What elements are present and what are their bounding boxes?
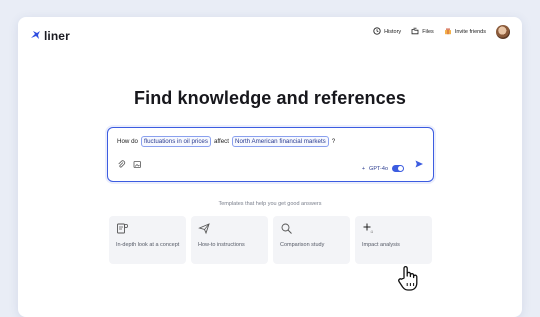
template-card-how-to[interactable]: How-to instructions	[191, 216, 268, 264]
history-button[interactable]: History	[373, 27, 401, 37]
send-icon[interactable]	[414, 156, 424, 174]
topic-chip-oil-prices[interactable]: fluctuations in oil prices	[140, 136, 211, 147]
query-prefix: How do	[117, 138, 138, 145]
query-suffix: ?	[331, 138, 336, 145]
logo-text: liner	[44, 29, 70, 43]
bird-logo-icon	[30, 27, 41, 45]
page-title: Find knowledge and references	[134, 88, 406, 108]
folder-icon	[411, 27, 419, 37]
template-label: How-to instructions	[198, 242, 245, 248]
template-cards: In-depth look at a concept How-to instru…	[109, 216, 432, 264]
query-mid: affect	[213, 138, 229, 145]
question-input[interactable]: How do fluctuations in oil prices affect…	[107, 127, 434, 182]
template-label: Comparison study	[280, 242, 325, 248]
input-tools	[117, 156, 142, 174]
app-window: liner History Files Invite friends Find …	[18, 17, 522, 317]
hand-pointer-cursor-icon	[396, 265, 420, 297]
user-avatar[interactable]	[496, 25, 510, 39]
paper-plane-icon	[198, 222, 211, 240]
document-search-icon	[116, 222, 129, 240]
model-toggle[interactable]	[392, 165, 404, 172]
clock-icon	[373, 27, 381, 37]
template-card-comparison[interactable]: Comparison study	[273, 216, 350, 264]
top-nav: History Files Invite friends	[373, 25, 510, 39]
template-card-in-depth[interactable]: In-depth look at a concept	[109, 216, 186, 264]
invite-label: Invite friends	[454, 29, 486, 35]
history-label: History	[384, 29, 402, 35]
liner-logo[interactable]: liner	[30, 27, 70, 45]
files-button[interactable]: Files	[411, 27, 434, 37]
sparkle-icon	[362, 222, 375, 240]
model-selector[interactable]: + GPT-4o	[362, 165, 404, 172]
magnifier-icon	[280, 222, 293, 240]
template-card-impact[interactable]: Impact analysis	[355, 216, 432, 264]
gift-icon	[444, 27, 452, 37]
topic-chip-financial-markets[interactable]: North American financial markets	[231, 136, 329, 147]
model-plus-icon: +	[361, 165, 366, 172]
attach-icon[interactable]	[117, 156, 126, 174]
invite-friends-button[interactable]: Invite friends	[444, 27, 486, 37]
model-label: GPT-4o	[369, 165, 388, 172]
templates-heading: Templates that help you get good answers	[218, 201, 322, 207]
query-text[interactable]: How do fluctuations in oil prices affect…	[117, 136, 335, 147]
template-label: In-depth look at a concept	[116, 242, 180, 248]
template-label: Impact analysis	[362, 242, 400, 248]
files-label: Files	[422, 29, 434, 35]
image-upload-icon[interactable]	[133, 156, 142, 174]
